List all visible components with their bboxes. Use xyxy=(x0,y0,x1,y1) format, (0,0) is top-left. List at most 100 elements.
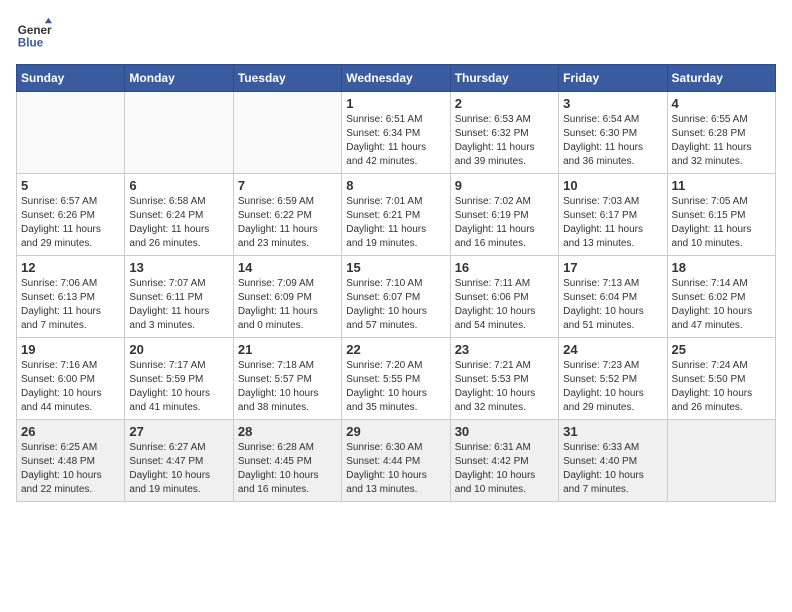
day-info: Sunrise: 7:11 AM Sunset: 6:06 PM Dayligh… xyxy=(455,277,554,333)
calendar-day-cell: 20Sunrise: 7:17 AM Sunset: 5:59 PM Dayli… xyxy=(125,338,233,420)
day-number: 30 xyxy=(455,424,554,439)
calendar-day-cell: 12Sunrise: 7:06 AM Sunset: 6:13 PM Dayli… xyxy=(17,256,125,338)
calendar-day-cell: 29 Sunrise: 6:30 AM Sunset: 4:44 PM Dayli… xyxy=(342,420,450,502)
calendar-day-cell: 28 Sunrise: 6:28 AM Sunset: 4:45 PM Dayli… xyxy=(233,420,341,502)
calendar-day-cell: 15 Sunrise: 7:10 AM Sunset: 6:07 PM Dayli… xyxy=(342,256,450,338)
day-number: 18 xyxy=(672,260,771,275)
calendar-day-cell xyxy=(233,92,341,174)
calendar-day-cell: 27 Sunrise: 6:27 AM Sunset: 4:47 PM Dayli… xyxy=(125,420,233,502)
day-info: Sunrise: 6:31 AM Sunset: 4:42 PM Dayligh… xyxy=(455,441,554,497)
day-info: Sunrise: 7:03 AM Sunset: 6:17 PM Dayligh… xyxy=(563,195,662,251)
day-number: 21 xyxy=(238,342,337,357)
day-info: Sunrise: 7:17 AM Sunset: 5:59 PM Dayligh… xyxy=(129,359,228,415)
day-info: Sunrise: 7:09 AM Sunset: 6:09 PM Dayligh… xyxy=(238,277,337,333)
page-header: General Blue xyxy=(16,16,776,52)
calendar-day-cell: 13 Sunrise: 7:07 AM Sunset: 6:11 PM Dayli… xyxy=(125,256,233,338)
calendar-day-cell: 24 Sunrise: 7:23 AM Sunset: 5:52 PM Dayli… xyxy=(559,338,667,420)
day-info: Sunrise: 7:05 AM Sunset: 6:15 PM Dayligh… xyxy=(672,195,771,251)
day-info: Sunrise: 6:25 AM Sunset: 4:48 PM Dayligh… xyxy=(21,441,120,497)
day-number: 16 xyxy=(455,260,554,275)
day-info: Sunrise: 7:20 AM Sunset: 5:55 PM Dayligh… xyxy=(346,359,445,415)
day-number: 24 xyxy=(563,342,662,357)
day-number: 11 xyxy=(672,178,771,193)
day-info: Sunrise: 6:55 AM Sunset: 6:28 PM Dayligh… xyxy=(672,113,771,169)
day-number: 1 xyxy=(346,96,445,111)
calendar-day-cell: 25 Sunrise: 7:24 AM Sunset: 5:50 PM Dayli… xyxy=(667,338,775,420)
day-number: 19 xyxy=(21,342,120,357)
day-info: Sunrise: 7:01 AM Sunset: 6:21 PM Dayligh… xyxy=(346,195,445,251)
calendar-day-cell: 23 Sunrise: 7:21 AM Sunset: 5:53 PM Dayli… xyxy=(450,338,558,420)
calendar-week-row: 1 Sunrise: 6:51 AM Sunset: 6:34 PM Daylig… xyxy=(17,92,776,174)
day-number: 9 xyxy=(455,178,554,193)
day-info: Sunrise: 7:16 AM Sunset: 6:00 PM Dayligh… xyxy=(21,359,120,415)
weekday-header: Tuesday xyxy=(233,65,341,92)
day-info: Sunrise: 6:30 AM Sunset: 4:44 PM Dayligh… xyxy=(346,441,445,497)
day-number: 26 xyxy=(21,424,120,439)
day-info: Sunrise: 6:53 AM Sunset: 6:32 PM Dayligh… xyxy=(455,113,554,169)
day-info: Sunrise: 7:18 AM Sunset: 5:57 PM Dayligh… xyxy=(238,359,337,415)
day-number: 7 xyxy=(238,178,337,193)
calendar-week-row: 19 Sunrise: 7:16 AM Sunset: 6:00 PM Dayli… xyxy=(17,338,776,420)
calendar-day-cell: 5Sunrise: 6:57 AM Sunset: 6:26 PM Daylig… xyxy=(17,174,125,256)
day-info: Sunrise: 6:54 AM Sunset: 6:30 PM Dayligh… xyxy=(563,113,662,169)
day-info: Sunrise: 7:02 AM Sunset: 6:19 PM Dayligh… xyxy=(455,195,554,251)
calendar-week-row: 12Sunrise: 7:06 AM Sunset: 6:13 PM Dayli… xyxy=(17,256,776,338)
day-number: 22 xyxy=(346,342,445,357)
day-info: Sunrise: 7:21 AM Sunset: 5:53 PM Dayligh… xyxy=(455,359,554,415)
calendar-day-cell: 2 Sunrise: 6:53 AM Sunset: 6:32 PM Daylig… xyxy=(450,92,558,174)
logo: General Blue xyxy=(16,16,52,52)
calendar-day-cell: 14 Sunrise: 7:09 AM Sunset: 6:09 PM Dayli… xyxy=(233,256,341,338)
day-info: Sunrise: 7:06 AM Sunset: 6:13 PM Dayligh… xyxy=(21,277,120,333)
calendar-day-cell: 19 Sunrise: 7:16 AM Sunset: 6:00 PM Dayli… xyxy=(17,338,125,420)
day-number: 31 xyxy=(563,424,662,439)
calendar-day-cell: 1 Sunrise: 6:51 AM Sunset: 6:34 PM Daylig… xyxy=(342,92,450,174)
day-number: 5 xyxy=(21,178,120,193)
calendar-day-cell: 3Sunrise: 6:54 AM Sunset: 6:30 PM Daylig… xyxy=(559,92,667,174)
day-number: 23 xyxy=(455,342,554,357)
calendar-day-cell: 8 Sunrise: 7:01 AM Sunset: 6:21 PM Daylig… xyxy=(342,174,450,256)
day-number: 29 xyxy=(346,424,445,439)
calendar-day-cell: 7 Sunrise: 6:59 AM Sunset: 6:22 PM Daylig… xyxy=(233,174,341,256)
calendar-day-cell: 4 Sunrise: 6:55 AM Sunset: 6:28 PM Daylig… xyxy=(667,92,775,174)
calendar-day-cell: 10 Sunrise: 7:03 AM Sunset: 6:17 PM Dayli… xyxy=(559,174,667,256)
calendar-day-cell: 26 Sunrise: 6:25 AM Sunset: 4:48 PM Dayli… xyxy=(17,420,125,502)
day-number: 13 xyxy=(129,260,228,275)
calendar-day-cell xyxy=(17,92,125,174)
day-number: 27 xyxy=(129,424,228,439)
day-info: Sunrise: 7:24 AM Sunset: 5:50 PM Dayligh… xyxy=(672,359,771,415)
day-number: 8 xyxy=(346,178,445,193)
day-info: Sunrise: 7:10 AM Sunset: 6:07 PM Dayligh… xyxy=(346,277,445,333)
day-info: Sunrise: 7:13 AM Sunset: 6:04 PM Dayligh… xyxy=(563,277,662,333)
calendar-day-cell xyxy=(125,92,233,174)
day-info: Sunrise: 6:28 AM Sunset: 4:45 PM Dayligh… xyxy=(238,441,337,497)
calendar-day-cell: 18 Sunrise: 7:14 AM Sunset: 6:02 PM Dayli… xyxy=(667,256,775,338)
day-info: Sunrise: 7:14 AM Sunset: 6:02 PM Dayligh… xyxy=(672,277,771,333)
day-number: 14 xyxy=(238,260,337,275)
day-number: 10 xyxy=(563,178,662,193)
weekday-header: Thursday xyxy=(450,65,558,92)
calendar-table: SundayMondayTuesdayWednesdayThursdayFrid… xyxy=(16,64,776,502)
day-number: 6 xyxy=(129,178,228,193)
calendar-day-cell: 22 Sunrise: 7:20 AM Sunset: 5:55 PM Dayli… xyxy=(342,338,450,420)
day-number: 28 xyxy=(238,424,337,439)
weekday-header: Sunday xyxy=(17,65,125,92)
day-info: Sunrise: 6:33 AM Sunset: 4:40 PM Dayligh… xyxy=(563,441,662,497)
day-info: Sunrise: 6:27 AM Sunset: 4:47 PM Dayligh… xyxy=(129,441,228,497)
day-info: Sunrise: 7:07 AM Sunset: 6:11 PM Dayligh… xyxy=(129,277,228,333)
day-number: 4 xyxy=(672,96,771,111)
day-info: Sunrise: 6:58 AM Sunset: 6:24 PM Dayligh… xyxy=(129,195,228,251)
day-number: 15 xyxy=(346,260,445,275)
calendar-day-cell xyxy=(667,420,775,502)
calendar-day-cell: 11 Sunrise: 7:05 AM Sunset: 6:15 PM Dayli… xyxy=(667,174,775,256)
day-info: Sunrise: 7:23 AM Sunset: 5:52 PM Dayligh… xyxy=(563,359,662,415)
day-number: 25 xyxy=(672,342,771,357)
weekday-header-row: SundayMondayTuesdayWednesdayThursdayFrid… xyxy=(17,65,776,92)
day-info: Sunrise: 6:51 AM Sunset: 6:34 PM Dayligh… xyxy=(346,113,445,169)
calendar-day-cell: 30 Sunrise: 6:31 AM Sunset: 4:42 PM Dayli… xyxy=(450,420,558,502)
day-number: 2 xyxy=(455,96,554,111)
weekday-header: Friday xyxy=(559,65,667,92)
calendar-day-cell: 16 Sunrise: 7:11 AM Sunset: 6:06 PM Dayli… xyxy=(450,256,558,338)
calendar-day-cell: 21 Sunrise: 7:18 AM Sunset: 5:57 PM Dayli… xyxy=(233,338,341,420)
weekday-header: Wednesday xyxy=(342,65,450,92)
day-info: Sunrise: 6:59 AM Sunset: 6:22 PM Dayligh… xyxy=(238,195,337,251)
